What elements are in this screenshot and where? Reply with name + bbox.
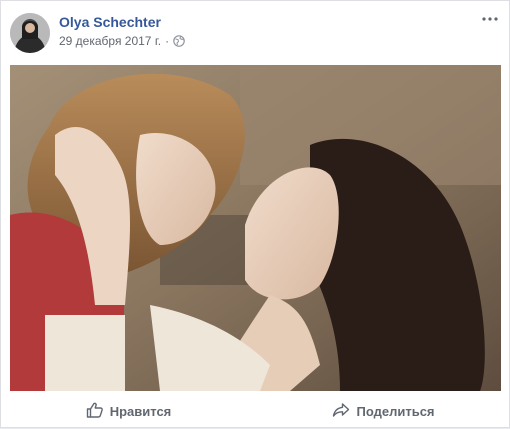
globe-icon[interactable] [173,35,185,47]
post-actions: Нравится Поделиться [1,393,510,429]
post-date[interactable]: 29 декабря 2017 г. [59,34,161,48]
meta-separator: · [165,34,170,48]
share-label: Поделиться [356,403,435,419]
share-arrow-icon [332,401,350,422]
thumbs-up-icon [86,401,104,422]
feed-post: Olya Schechter 29 декабря 2017 г. · Нрав… [0,0,510,428]
author-avatar[interactable] [10,13,50,53]
post-photo[interactable] [10,65,501,391]
like-button[interactable]: Нравится [1,394,256,428]
more-options-icon[interactable] [480,11,500,27]
post-meta: 29 декабря 2017 г. · [59,34,185,48]
author-name-link[interactable]: Olya Schechter [59,14,161,30]
like-label: Нравится [109,403,172,419]
share-button[interactable]: Поделиться [256,394,510,428]
